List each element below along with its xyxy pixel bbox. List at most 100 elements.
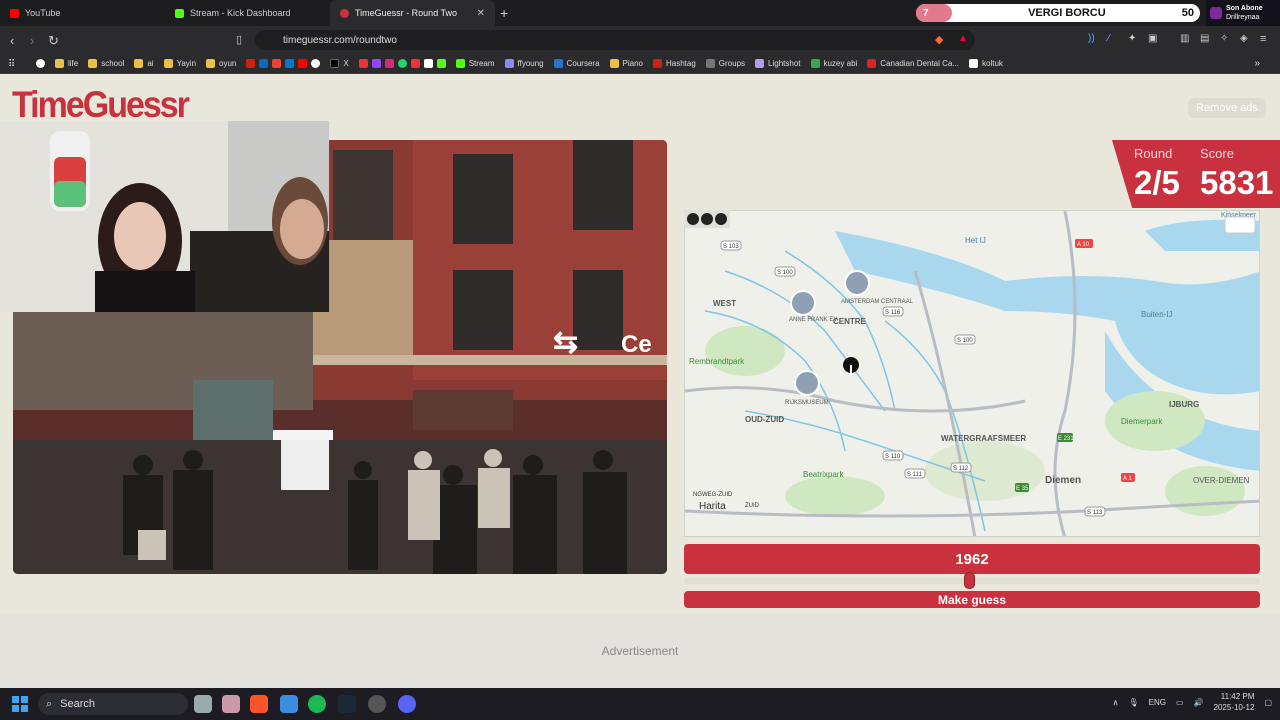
brave-shield-icon[interactable]: ◆: [935, 33, 943, 46]
svg-text:Diemerpark: Diemerpark: [1121, 417, 1163, 426]
feather-icon: [755, 59, 765, 68]
close-tab-icon[interactable]: ✕: [477, 8, 485, 19]
svg-text:Harita: Harita: [699, 501, 726, 512]
bookmark-school[interactable]: school: [88, 59, 124, 68]
svg-text:S 100: S 100: [777, 270, 793, 276]
linkedin-icon: [259, 59, 269, 68]
language-indicator[interactable]: ENG: [1149, 698, 1166, 707]
bookmark-coursera[interactable]: Coursera: [553, 59, 600, 68]
svg-text:WATERGRAAFSMEER: WATERGRAAFSMEER: [941, 434, 1026, 443]
vpn-icon[interactable]: ◈: [1240, 33, 1248, 44]
tab-youtube[interactable]: YouTube: [0, 0, 165, 26]
outlook-icon: [285, 59, 295, 68]
tab-grid-icon[interactable]: ▣: [1148, 33, 1157, 44]
folder-icon: [134, 59, 144, 68]
bookmark-stream[interactable]: Stream: [455, 59, 495, 68]
svg-text:OUD-ZUID: OUD-ZUID: [745, 415, 784, 424]
bookmark-social-icons[interactable]: [358, 59, 446, 68]
rijksmuseum-marker: [794, 370, 820, 396]
new-tab-button[interactable]: +: [500, 5, 508, 21]
svg-text:E 35: E 35: [1016, 486, 1029, 492]
bookmark-lightshot[interactable]: Lightshot: [755, 59, 801, 68]
extensions-icon[interactable]: ✦: [1128, 33, 1136, 44]
sidebar-icon[interactable]: ▥: [1180, 33, 1189, 44]
map-layer-toggle: [1224, 216, 1256, 234]
expand-map-icon[interactable]: [687, 213, 699, 225]
youtube-icon: [10, 8, 19, 18]
network-icon[interactable]: ▭: [1176, 698, 1184, 707]
notification-icon[interactable]: ▢: [1264, 698, 1272, 707]
forward-icon[interactable]: ›: [30, 33, 34, 48]
extension-pen-icon[interactable]: ⁄: [1108, 33, 1110, 44]
bookmark-groups[interactable]: Groups: [705, 59, 745, 68]
bookmark-piano[interactable]: Piano: [609, 59, 643, 68]
kick-icon: [436, 59, 446, 68]
back-icon[interactable]: ‹: [10, 33, 14, 48]
url-field[interactable]: timeguessr.com/roundtwo: [255, 30, 975, 50]
bookmark-canadian-dental[interactable]: Canadian Dental Ca...: [867, 59, 959, 68]
svg-text:S 100: S 100: [957, 338, 973, 344]
timeguessr-icon: [340, 8, 349, 18]
brave-browser-icon[interactable]: [250, 695, 268, 713]
chevron-up-icon[interactable]: ∧: [1113, 698, 1119, 707]
spotify-icon[interactable]: [308, 695, 326, 713]
obs-icon[interactable]: [368, 695, 386, 713]
guess-map[interactable]: WEST CENTRE OUD-ZUID WATERGRAAFSMEER Die…: [684, 210, 1260, 537]
bookmark-life[interactable]: life: [55, 59, 78, 68]
windows-start-icon[interactable]: [12, 696, 28, 712]
amazon-icon: [423, 59, 433, 68]
discord-icon[interactable]: [398, 695, 416, 713]
menu-icon[interactable]: ≡: [1260, 33, 1266, 45]
app-icon[interactable]: [222, 695, 240, 713]
leo-ai-icon[interactable]: ✧: [1220, 33, 1228, 44]
svg-text:Buiten-IJ: Buiten-IJ: [1141, 310, 1173, 319]
year-slider-handle[interactable]: [964, 572, 975, 589]
bookmark-ai[interactable]: ai: [134, 59, 154, 68]
extension-icon[interactable]: )): [1088, 33, 1095, 44]
drive-icon: [810, 59, 820, 68]
shrink-map-icon[interactable]: [701, 213, 713, 225]
bookmark-misc-icons[interactable]: [246, 59, 321, 68]
svg-text:S 111: S 111: [907, 472, 922, 478]
system-tray: ∧ 🎙 ENG ▭ 🔊 11:42 PM 2025-10-12 ▢: [1113, 691, 1272, 713]
bookmark-icon[interactable]: ▯: [236, 33, 242, 46]
heart-icon: [1210, 7, 1222, 19]
folder-icon: [163, 59, 173, 68]
pin-map-icon[interactable]: [715, 213, 727, 225]
bookmark-yayin[interactable]: Yayin: [163, 59, 196, 68]
more-bookmarks-icon[interactable]: »: [1254, 58, 1260, 69]
wallet-icon[interactable]: ▤: [1200, 33, 1209, 44]
svg-text:AMSTERDAM CENTRAAL: AMSTERDAM CENTRAAL: [841, 299, 914, 305]
tab-timeguessr[interactable]: TimeGuessr - Round Two ✕: [330, 0, 495, 26]
round-score-panel: Round Score 2/5 5831: [1112, 140, 1280, 208]
steam-icon[interactable]: [338, 695, 356, 713]
bookmark-google[interactable]: [36, 59, 45, 68]
svg-text:A 1: A 1: [1123, 476, 1132, 482]
taskbar-search[interactable]: ⌕ Search: [38, 693, 188, 715]
whatsapp-icon: [397, 59, 407, 68]
svg-text:S 116: S 116: [885, 310, 901, 316]
reload-icon[interactable]: ↻: [48, 33, 59, 49]
bookmark-koltuk[interactable]: koltuk: [969, 59, 1003, 68]
tab-kick-dashboard[interactable]: Stream - Kick Dashboard: [165, 0, 330, 26]
pinterest-icon: [246, 59, 256, 68]
microphone-icon[interactable]: 🎙: [1128, 698, 1138, 707]
bookmark-x[interactable]: X: [330, 59, 349, 68]
clock[interactable]: 11:42 PM 2025-10-12: [1214, 691, 1255, 713]
remove-ads-button[interactable]: Remove ads: [1188, 98, 1266, 118]
bookmark-kuzey-abi[interactable]: kuzey abi: [810, 59, 857, 68]
brave-rewards-icon[interactable]: ▲: [958, 33, 968, 44]
svg-text:E 231: E 231: [1058, 436, 1074, 442]
file-explorer-icon[interactable]: [280, 695, 298, 713]
make-guess-button[interactable]: Make guess: [684, 591, 1260, 608]
bookmark-oyun[interactable]: oyun: [206, 59, 236, 68]
bookmark-ffyoung[interactable]: ffyoung: [504, 59, 544, 68]
task-view-icon[interactable]: [194, 695, 212, 713]
bookmark-hashtag[interactable]: Hashtag: [653, 59, 696, 68]
volume-icon[interactable]: 🔊: [1194, 698, 1204, 707]
apps-grid-icon[interactable]: ⠿: [8, 59, 15, 70]
svg-text:S 110: S 110: [885, 454, 901, 460]
amsterdam-centraal-marker: [844, 270, 870, 296]
instagram-icon: [384, 59, 394, 68]
svg-text:ZUID: ZUID: [745, 503, 760, 509]
